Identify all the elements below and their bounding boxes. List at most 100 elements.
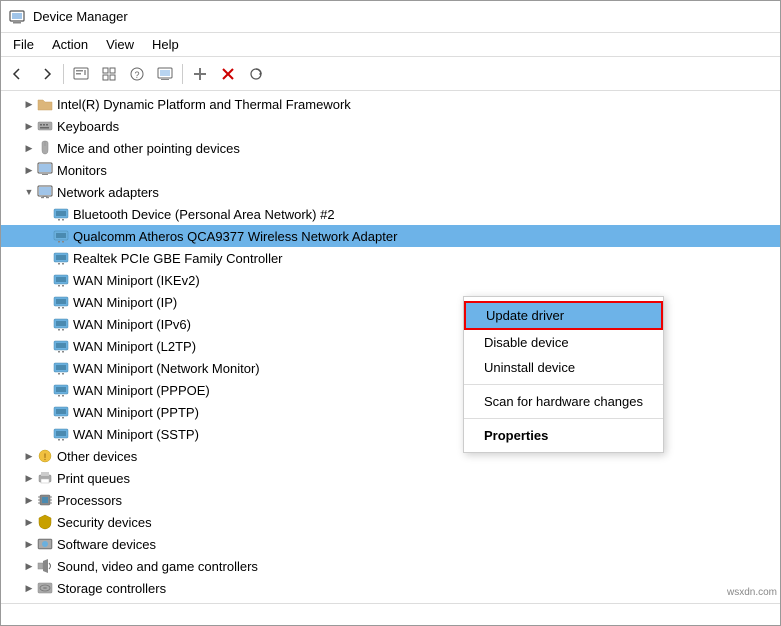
item-icon-intel bbox=[37, 96, 53, 112]
window-title: Device Manager bbox=[33, 9, 128, 24]
expand-icon-wan7[interactable] bbox=[37, 404, 53, 420]
item-label-wan5: WAN Miniport (Network Monitor) bbox=[73, 361, 260, 376]
expand-icon-sound[interactable]: ▶ bbox=[21, 558, 37, 574]
item-icon-wan5 bbox=[53, 360, 69, 376]
tree-item-processors[interactable]: ▶ Processors bbox=[1, 489, 780, 511]
expand-icon-wan2[interactable] bbox=[37, 294, 53, 310]
expand-icon-monitors[interactable]: ▶ bbox=[21, 162, 37, 178]
expand-icon-other[interactable]: ▶ bbox=[21, 448, 37, 464]
item-icon-wan4 bbox=[53, 338, 69, 354]
context-menu-item-uninstall[interactable]: Uninstall device bbox=[464, 355, 663, 380]
tree-item-network[interactable]: ▼ Network adapters bbox=[1, 181, 780, 203]
expand-icon-security[interactable]: ▶ bbox=[21, 514, 37, 530]
svg-text:?: ? bbox=[134, 70, 139, 80]
toolbar-sep-1 bbox=[63, 64, 64, 84]
tree-item-security[interactable]: ▶ Security devices bbox=[1, 511, 780, 533]
item-icon-wan6 bbox=[53, 382, 69, 398]
toolbar-btn-add[interactable] bbox=[187, 61, 213, 87]
item-label-wan4: WAN Miniport (L2TP) bbox=[73, 339, 196, 354]
item-label-wan2: WAN Miniport (IP) bbox=[73, 295, 177, 310]
item-icon-sound bbox=[37, 558, 53, 574]
item-label-wan7: WAN Miniport (PPTP) bbox=[73, 405, 199, 420]
item-label-keyboards: Keyboards bbox=[57, 119, 119, 134]
toolbar-btn-scan[interactable] bbox=[152, 61, 178, 87]
item-icon-wan8 bbox=[53, 426, 69, 442]
item-icon-processors bbox=[37, 492, 53, 508]
tree-item-bluetooth[interactable]: Bluetooth Device (Personal Area Network)… bbox=[1, 203, 780, 225]
tree-item-wan1[interactable]: WAN Miniport (IKEv2) bbox=[1, 269, 780, 291]
context-menu-separator bbox=[464, 384, 663, 385]
context-menu-item-update[interactable]: Update driver bbox=[464, 301, 663, 330]
expand-icon-processors[interactable]: ▶ bbox=[21, 492, 37, 508]
toolbar-btn-help[interactable]: ? bbox=[124, 61, 150, 87]
toolbar-sep-2 bbox=[182, 64, 183, 84]
item-icon-software bbox=[37, 536, 53, 552]
expand-icon-wan6[interactable] bbox=[37, 382, 53, 398]
tree-item-realtek[interactable]: Realtek PCIe GBE Family Controller bbox=[1, 247, 780, 269]
tree-item-software[interactable]: ▶ Software devices bbox=[1, 533, 780, 555]
item-icon-monitors bbox=[37, 162, 53, 178]
item-icon-other: ! bbox=[37, 448, 53, 464]
back-button[interactable] bbox=[5, 61, 31, 87]
expand-icon-wan3[interactable] bbox=[37, 316, 53, 332]
item-icon-qualcomm bbox=[53, 228, 69, 244]
expand-icon-qualcomm[interactable] bbox=[37, 228, 53, 244]
expand-icon-wan8[interactable] bbox=[37, 426, 53, 442]
menu-action[interactable]: Action bbox=[44, 35, 96, 54]
expand-icon-bluetooth[interactable] bbox=[37, 206, 53, 222]
item-icon-network bbox=[37, 184, 53, 200]
title-bar: Device Manager bbox=[1, 1, 780, 33]
menu-view[interactable]: View bbox=[98, 35, 142, 54]
menu-bar: File Action View Help bbox=[1, 33, 780, 57]
forward-button[interactable] bbox=[33, 61, 59, 87]
watermark: wsxdn.com bbox=[727, 587, 777, 598]
item-label-bluetooth: Bluetooth Device (Personal Area Network)… bbox=[73, 207, 335, 222]
expand-icon-mice[interactable]: ▶ bbox=[21, 140, 37, 156]
tree-item-keyboards[interactable]: ▶ Keyboards bbox=[1, 115, 780, 137]
device-manager-window: Device Manager File Action View Help bbox=[0, 0, 781, 626]
item-icon-bluetooth bbox=[53, 206, 69, 222]
item-icon-wan7 bbox=[53, 404, 69, 420]
tree-item-print[interactable]: ▶ Print queues bbox=[1, 467, 780, 489]
toolbar-btn-remove[interactable] bbox=[215, 61, 241, 87]
item-label-security: Security devices bbox=[57, 515, 152, 530]
tree-item-mice[interactable]: ▶ Mice and other pointing devices bbox=[1, 137, 780, 159]
item-label-network: Network adapters bbox=[57, 185, 159, 200]
context-menu-separator bbox=[464, 418, 663, 419]
expand-icon-network[interactable]: ▼ bbox=[21, 184, 37, 200]
item-label-wan6: WAN Miniport (PPPOE) bbox=[73, 383, 210, 398]
expand-icon-wan4[interactable] bbox=[37, 338, 53, 354]
tree-item-qualcomm[interactable]: Qualcomm Atheros QCA9377 Wireless Networ… bbox=[1, 225, 780, 247]
item-label-print: Print queues bbox=[57, 471, 130, 486]
item-label-realtek: Realtek PCIe GBE Family Controller bbox=[73, 251, 283, 266]
tree-item-sound[interactable]: ▶ Sound, video and game controllers bbox=[1, 555, 780, 577]
expand-icon-wan5[interactable] bbox=[37, 360, 53, 376]
item-icon-wan1 bbox=[53, 272, 69, 288]
expand-icon-software[interactable]: ▶ bbox=[21, 536, 37, 552]
toolbar-btn-refresh[interactable] bbox=[243, 61, 269, 87]
toolbar: ? bbox=[1, 57, 780, 91]
expand-icon-wan1[interactable] bbox=[37, 272, 53, 288]
tree-item-storage[interactable]: ▶ Storage controllers bbox=[1, 577, 780, 599]
expand-icon-intel[interactable]: ▶ bbox=[21, 96, 37, 112]
menu-help[interactable]: Help bbox=[144, 35, 187, 54]
context-menu: Update driverDisable deviceUninstall dev… bbox=[463, 296, 664, 453]
toolbar-btn-view[interactable] bbox=[96, 61, 122, 87]
expand-icon-storage[interactable]: ▶ bbox=[21, 580, 37, 596]
item-icon-keyboards bbox=[37, 118, 53, 134]
item-label-software: Software devices bbox=[57, 537, 156, 552]
item-icon-mice bbox=[37, 140, 53, 156]
expand-icon-keyboards[interactable]: ▶ bbox=[21, 118, 37, 134]
context-menu-item-properties[interactable]: Properties bbox=[464, 423, 663, 448]
context-menu-item-scan[interactable]: Scan for hardware changes bbox=[464, 389, 663, 414]
tree-item-intel[interactable]: ▶ Intel(R) Dynamic Platform and Thermal … bbox=[1, 93, 780, 115]
item-icon-wan3 bbox=[53, 316, 69, 332]
toolbar-btn-properties[interactable] bbox=[68, 61, 94, 87]
expand-icon-print[interactable]: ▶ bbox=[21, 470, 37, 486]
context-menu-item-disable[interactable]: Disable device bbox=[464, 330, 663, 355]
expand-icon-realtek[interactable] bbox=[37, 250, 53, 266]
item-label-wan3: WAN Miniport (IPv6) bbox=[73, 317, 191, 332]
menu-file[interactable]: File bbox=[5, 35, 42, 54]
tree-item-monitors[interactable]: ▶ Monitors bbox=[1, 159, 780, 181]
svg-text:!: ! bbox=[44, 452, 47, 462]
